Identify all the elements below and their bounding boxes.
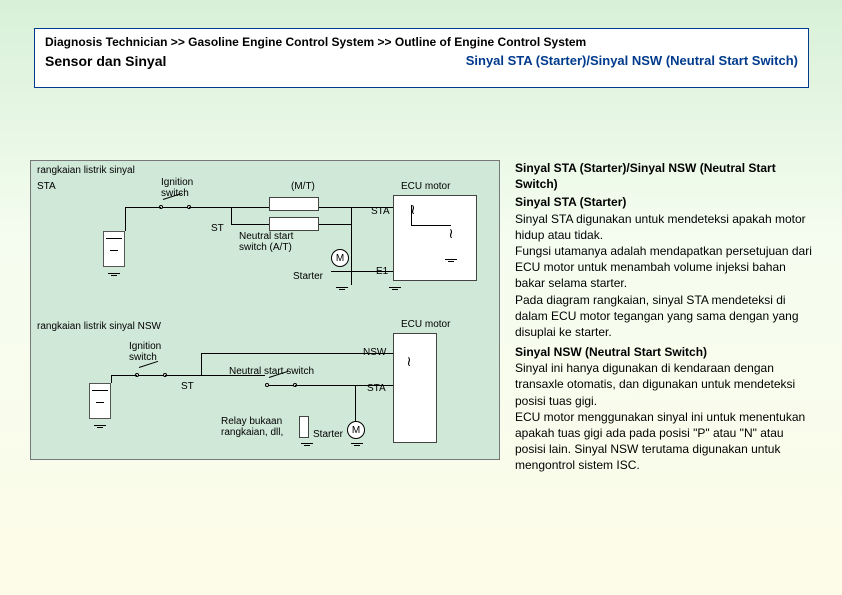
- relay-coil: [299, 416, 309, 438]
- text-heading1: Sinyal STA (Starter)/Sinyal NSW (Neutral…: [515, 160, 815, 192]
- explanation-text: Sinyal STA (Starter)/Sinyal NSW (Neutral…: [515, 160, 815, 474]
- text-heading3: Sinyal NSW (Neutral Start Switch): [515, 344, 815, 360]
- ground-icon-5: [94, 425, 106, 428]
- starter-label-2: Starter: [313, 429, 343, 440]
- motor-m-2: M: [347, 421, 365, 439]
- ecu-box-1: [393, 195, 477, 281]
- st-label-1: ST: [211, 223, 224, 234]
- circuit2-title: rangkaian listrik sinyal NSW: [37, 321, 161, 332]
- ecu-motor-1: ECU motor: [401, 181, 450, 192]
- at-box: [269, 217, 319, 231]
- text-p2: Fungsi utamanya adalah mendapatkan perse…: [515, 243, 815, 292]
- text-p4: Sinyal ini hanya digunakan di kendaraan …: [515, 360, 815, 409]
- neutral-start-at: Neutral start switch (A/T): [239, 231, 301, 253]
- switch-icon-2: [137, 369, 165, 383]
- neutral-start-switch-box: [267, 379, 295, 393]
- text-p1: Sinyal STA digunakan untuk mendeteksi ap…: [515, 211, 815, 243]
- text-p5: ECU motor menggunakan sinyal ini untuk m…: [515, 409, 815, 474]
- ground-icon-6: [351, 443, 363, 446]
- ignition-switch-label: Ignition switch: [161, 177, 205, 199]
- st-label-2: ST: [181, 381, 194, 392]
- header-box: Diagnosis Technician >> Gasoline Engine …: [34, 28, 809, 88]
- motor-m-1: M: [331, 249, 349, 267]
- text-p3: Pada diagram rangkaian, sinyal STA mende…: [515, 292, 815, 341]
- breadcrumb: Diagnosis Technician >> Gasoline Engine …: [45, 35, 798, 49]
- switch-icon-1: [161, 201, 189, 215]
- circuit1-title: rangkaian listrik sinyal: [37, 165, 135, 176]
- ground-icon-7: [301, 443, 313, 446]
- ground-icon-3: [336, 287, 348, 290]
- header-row2: Sensor dan Sinyal Sinyal STA (Starter)/S…: [45, 53, 798, 69]
- ignition-switch-2: Ignition switch: [129, 341, 173, 363]
- mt-label: (M/T): [291, 181, 315, 192]
- ground-icon-4: [389, 287, 401, 290]
- resistor-icon-3: ≀: [405, 357, 413, 365]
- mt-box: [269, 197, 319, 211]
- sta-label: STA: [37, 181, 56, 192]
- ecu-box-2: [393, 333, 437, 443]
- battery-icon-2: [89, 383, 111, 419]
- text-heading2: Sinyal STA (Starter): [515, 194, 815, 210]
- starter-label-1: Starter: [293, 271, 323, 282]
- diagram-panel: rangkaian listrik sinyal STA Ignition sw…: [30, 160, 500, 460]
- ground-icon-2: [108, 273, 120, 276]
- resistor-icon-2: ≀: [447, 229, 455, 237]
- ecu-motor-2: ECU motor: [401, 319, 450, 330]
- battery-icon-1: [103, 231, 125, 267]
- signal-title: Sinyal STA (Starter)/Sinyal NSW (Neutral…: [466, 53, 798, 69]
- section-label: Sensor dan Sinyal: [45, 53, 166, 69]
- ground-icon: [445, 259, 457, 262]
- relay-label: Relay bukaan rangkaian, dll,: [221, 416, 295, 438]
